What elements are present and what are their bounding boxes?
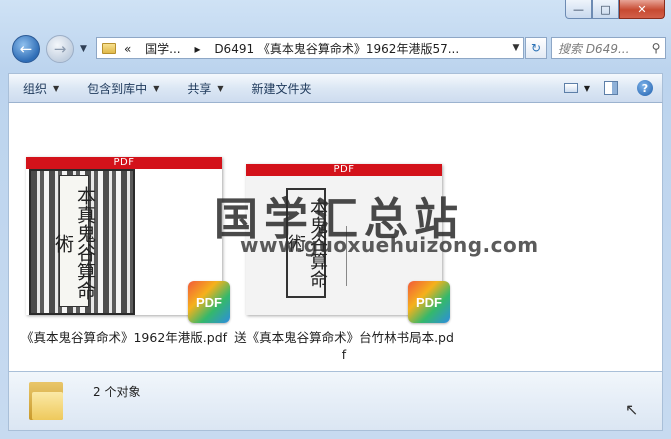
back-button[interactable]: ← xyxy=(12,35,40,63)
breadcrumb: « 国学... ▸ D6491 《真本鬼谷算命术》1962年港版57... xyxy=(124,40,509,57)
forward-arrow-icon: → xyxy=(53,40,67,58)
file-item[interactable]: PDF 本真鬼谷算命術 PDF 《真本鬼谷算命术》1962年港版.pdf xyxy=(13,157,235,346)
command-bar-right: ▼ ? xyxy=(560,76,662,100)
new-folder-button[interactable]: 新建文件夹 xyxy=(238,74,326,102)
folder-icon xyxy=(29,380,63,420)
breadcrumb-item-current[interactable]: D6491 《真本鬼谷算命术》1962年港版57... xyxy=(214,42,459,56)
command-bar: 组织 ▼ 包含到库中 ▼ 共享 ▼ 新建文件夹 ▼ ? xyxy=(8,73,663,103)
help-button[interactable]: ? xyxy=(628,76,662,100)
pdf-app-icon: PDF xyxy=(188,281,230,323)
share-label: 共享 xyxy=(187,81,212,96)
preview-pane-button[interactable] xyxy=(594,76,628,100)
preview-pane-icon xyxy=(604,81,618,95)
cover-title: 本真鬼谷算命術 xyxy=(52,175,96,307)
organize-label: 组织 xyxy=(23,81,48,96)
chevron-down-icon: ▼ xyxy=(217,83,224,93)
include-in-library-menu[interactable]: 包含到库中 ▼ xyxy=(73,74,173,102)
refresh-button[interactable]: ↻ xyxy=(525,37,547,59)
share-menu[interactable]: 共享 ▼ xyxy=(173,74,237,102)
refresh-icon: ↻ xyxy=(530,41,542,55)
mouse-pointer-icon: ↖ xyxy=(625,400,639,419)
chevron-down-icon: ▼ xyxy=(583,83,591,93)
minimize-button[interactable]: — xyxy=(565,0,592,19)
forward-button[interactable]: → xyxy=(46,35,74,63)
file-name[interactable]: 《真本鬼谷算命术》1962年港版.pdf xyxy=(13,329,235,346)
watermark-url: www.guoxuehuizong.com xyxy=(240,233,539,257)
search-input[interactable]: 搜索 D649... xyxy=(552,40,647,57)
breadcrumb-separator[interactable]: ▸ xyxy=(194,42,200,56)
item-count: 2 个对象 xyxy=(93,385,141,399)
change-view-button[interactable]: ▼ xyxy=(560,76,594,100)
chevron-down-icon: ▼ xyxy=(53,83,60,93)
details-pane: 2 个对象 ↖ xyxy=(8,371,663,431)
pdf-app-icon: PDF xyxy=(408,281,450,323)
help-icon: ? xyxy=(637,80,653,96)
scanned-cover: 本真鬼谷算命術 xyxy=(29,169,135,315)
file-list: PDF 本真鬼谷算命術 PDF 《真本鬼谷算命术》1962年港版.pdf PDF… xyxy=(8,103,663,371)
thumb-pdf-label: PDF xyxy=(246,164,442,176)
pdf-thumbnail: PDF 本真鬼谷算命術 PDF xyxy=(26,157,230,323)
new-folder-label: 新建文件夹 xyxy=(251,81,312,96)
search-icon[interactable]: ⚲ xyxy=(647,41,665,55)
maximize-button[interactable]: □ xyxy=(592,0,619,19)
organize-menu[interactable]: 组织 ▼ xyxy=(9,74,73,102)
folder-icon xyxy=(102,42,116,54)
navigation-bar: ← → ▼ « 国学... ▸ D6491 《真本鬼谷算命术》1962年港版57… xyxy=(8,34,666,64)
address-bar[interactable]: « 国学... ▸ D6491 《真本鬼谷算命术》1962年港版57... ▼ xyxy=(96,37,524,59)
include-library-label: 包含到库中 xyxy=(87,81,148,96)
breadcrumb-overflow[interactable]: « xyxy=(124,42,131,56)
close-button[interactable]: ✕ xyxy=(619,0,665,19)
view-icon xyxy=(563,83,578,93)
chevron-down-icon: ▼ xyxy=(153,83,160,93)
file-name[interactable]: 送《真本鬼谷算命术》台竹林书局本.pdf xyxy=(233,329,455,363)
explorer-window: — □ ✕ ← → ▼ « 国学... ▸ D6491 《真本鬼谷算命术》196… xyxy=(0,0,671,439)
back-arrow-icon: ← xyxy=(19,40,33,58)
recent-pages-dropdown[interactable]: ▼ xyxy=(80,44,87,54)
search-box[interactable]: 搜索 D649... ⚲ xyxy=(551,37,666,59)
caption-buttons: — □ ✕ xyxy=(565,0,665,19)
address-dropdown-icon[interactable]: ▼ xyxy=(509,43,523,53)
breadcrumb-item-guoxue[interactable]: 国学... xyxy=(145,42,180,56)
thumb-pdf-label: PDF xyxy=(26,157,222,169)
